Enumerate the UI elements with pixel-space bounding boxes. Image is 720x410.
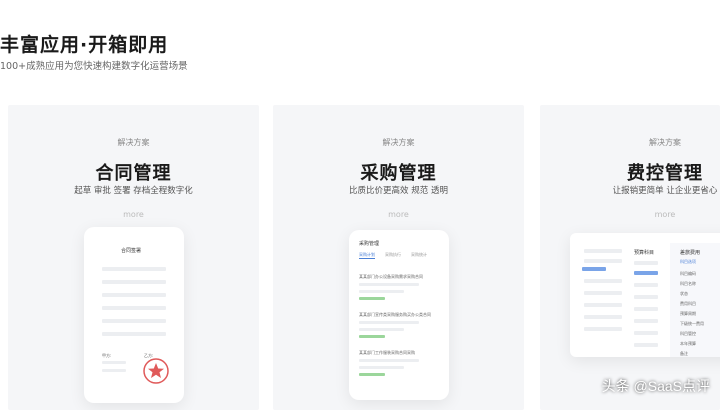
doc-line <box>102 293 166 297</box>
sign-label-a: 甲方: <box>102 353 112 358</box>
card-description: 比质比价更高效 规范 透明 <box>349 186 448 196</box>
menu-line <box>584 303 622 307</box>
card-title: 合同管理 <box>95 163 172 184</box>
mock-list-item: 某某部门办公设备采购需求采购合同 <box>359 274 423 279</box>
doc-line <box>102 280 166 284</box>
red-seal-icon <box>143 358 169 384</box>
doc-line <box>102 319 166 323</box>
item-line <box>359 359 419 362</box>
doc-line <box>102 332 166 336</box>
column-header-budget: 预算科目 <box>634 250 655 256</box>
menu-line <box>584 279 622 283</box>
detail-row: 状态 <box>680 291 688 296</box>
more-link[interactable]: more <box>273 210 524 219</box>
detail-row: 本年预算 <box>680 341 696 346</box>
card-title: 采购管理 <box>360 163 437 184</box>
detail-row: 科目选项 <box>680 259 696 264</box>
mock-list-item: 某某部门工作服装采购合同采购 <box>359 350 415 355</box>
doc-line <box>102 306 166 310</box>
detail-row: 科目名称 <box>680 281 696 286</box>
procurement-mock-header: 采购管理 <box>359 241 380 247</box>
more-link[interactable]: more <box>8 210 259 219</box>
col-line <box>634 307 658 311</box>
active-tab-underline <box>359 258 375 259</box>
procurement-phone-mockup: 采购管理 采购计划 采购执行 采购统计 某某部门办公设备采购需求采购合同 某某部… <box>349 230 449 400</box>
card-procurement[interactable]: 解决方案 采购管理 比质比价更高效 规范 透明 more 采购管理 采购计划 采… <box>273 105 524 410</box>
item-line <box>359 328 404 331</box>
contract-mock-header: 合同签署 <box>121 248 142 254</box>
watermark: 头条 @SaaS点评 <box>601 378 710 394</box>
col-line <box>634 331 658 335</box>
menu-line <box>584 291 622 295</box>
status-bar <box>359 335 385 338</box>
card-kicker: 解决方案 <box>382 138 415 147</box>
sign-line <box>102 361 126 364</box>
item-line <box>359 283 419 286</box>
detail-row: 预算周期 <box>680 311 696 316</box>
item-line <box>359 321 419 324</box>
contract-phone-mockup: 合同签署 甲方: 乙方: <box>84 227 184 403</box>
more-link[interactable]: more <box>540 210 720 219</box>
sign-line <box>102 369 126 372</box>
hero-title: 丰富应用·开箱即用 <box>0 34 169 56</box>
card-kicker: 解决方案 <box>649 138 681 147</box>
status-bar <box>359 297 385 300</box>
col-line-active <box>634 271 658 275</box>
expense-tablet-mockup: 预算科目 差旅费用 科目选项 科目编码 科目名称 状态 费用科目 预算周期 下级… <box>570 233 720 357</box>
card-title: 费控管理 <box>627 163 703 184</box>
card-kicker: 解决方案 <box>117 138 150 147</box>
card-expense[interactable]: 解决方案 费控管理 让报销更简单 让企业更省心 more 预算科目 差旅费用 科… <box>540 105 720 410</box>
card-description: 起草 审批 签署 存档全程数字化 <box>74 186 193 196</box>
status-bar <box>359 373 385 376</box>
detail-row: 费用科目 <box>680 301 696 306</box>
mock-list-item: 某某部门宣传类采购服务购买办公类合同 <box>359 312 431 317</box>
mock-tab: 采购执行 <box>385 252 401 257</box>
col-line <box>634 295 658 299</box>
detail-row: 备注 <box>680 351 688 356</box>
menu-line-active <box>582 267 606 271</box>
detail-row: 科目管控 <box>680 331 696 336</box>
detail-row: 下级统一费用 <box>680 321 704 326</box>
doc-line <box>102 267 166 271</box>
menu-line <box>584 315 622 319</box>
mock-tab: 采购统计 <box>411 252 427 257</box>
item-line <box>359 366 404 369</box>
detail-row: 科目编码 <box>680 271 696 276</box>
col-line <box>634 283 658 287</box>
item-line <box>359 290 404 293</box>
card-contract[interactable]: 解决方案 合同管理 起草 审批 签署 存档全程数字化 more 合同签署 甲方:… <box>8 105 259 410</box>
col-line <box>634 319 658 323</box>
column-header-travel: 差旅费用 <box>680 250 701 256</box>
hero-subtitle: 100+成熟应用为您快速构建数字化运营场景 <box>0 61 188 72</box>
menu-line <box>584 259 622 263</box>
col-line <box>634 343 658 347</box>
col-line <box>634 261 658 265</box>
detail-panel: 差旅费用 科目选项 科目编码 科目名称 状态 费用科目 预算周期 下级统一费用 … <box>670 243 720 357</box>
menu-line <box>584 249 622 253</box>
card-description: 让报销更简单 让企业更省心 <box>612 186 718 196</box>
menu-line <box>584 327 622 331</box>
